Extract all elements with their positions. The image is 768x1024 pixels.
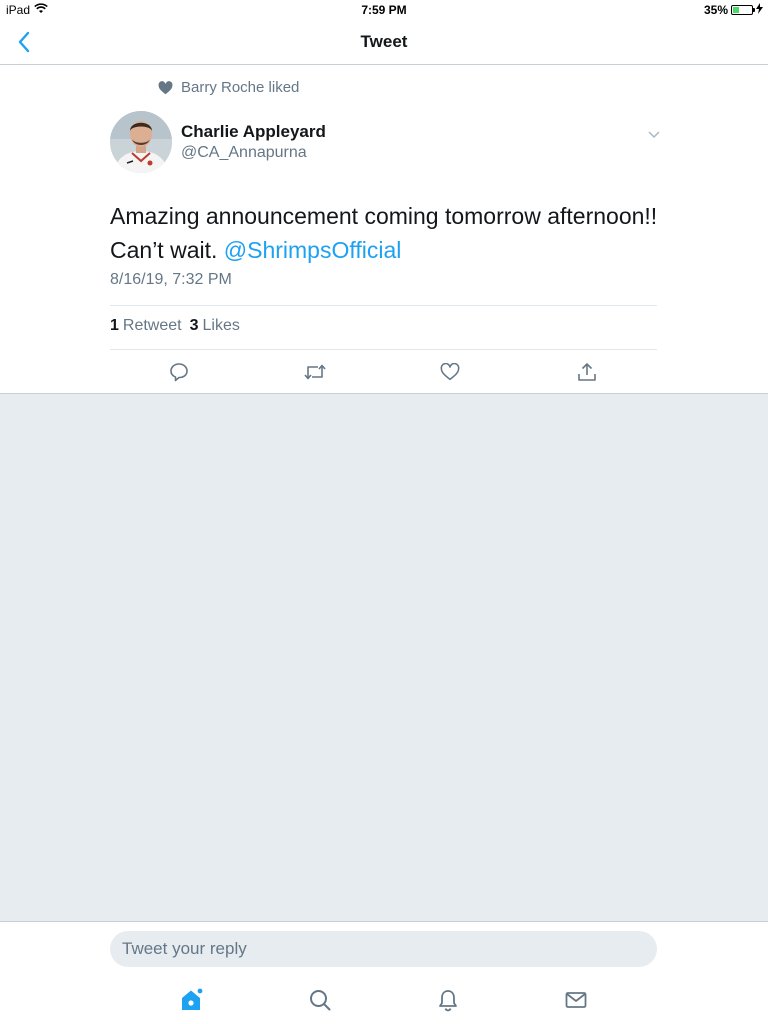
battery-fill [733, 7, 740, 13]
tab-messages[interactable] [562, 986, 590, 1014]
tweet-text: Amazing announcement coming tomorrow aft… [110, 199, 670, 267]
tweet-menu-button[interactable] [644, 127, 664, 143]
status-time: 7:59 PM [361, 3, 407, 17]
tweet-text-line2: Can’t wait. @ShrimpsOfficial [110, 233, 670, 267]
share-button[interactable] [575, 360, 599, 384]
author-handle[interactable]: @CA_Annapurna [181, 144, 307, 162]
heart-icon [440, 363, 460, 381]
battery-icon [731, 5, 755, 15]
heart-filled-icon [158, 80, 173, 94]
tweet-actions [0, 360, 768, 384]
retweet-icon [304, 364, 326, 380]
mention-link[interactable]: @ShrimpsOfficial [224, 237, 402, 263]
retweet-label: Retweet [122, 317, 182, 334]
divider [110, 305, 657, 306]
mail-icon [565, 992, 587, 1008]
tweet-detail: Barry Roche liked Charlie Appleyard @CA_… [0, 65, 768, 394]
author-name[interactable]: Charlie Appleyard [181, 122, 326, 142]
reply-bar [0, 921, 768, 1024]
share-icon [578, 363, 596, 381]
status-bar: iPad 7:59 PM 35% [0, 0, 768, 20]
tweet-text-prefix: Can’t wait. [110, 237, 224, 263]
search-icon [310, 990, 331, 1011]
status-right: 35% [704, 3, 763, 17]
reply-button[interactable] [167, 360, 191, 384]
retweet-button[interactable] [302, 360, 328, 384]
tweet-stats: 1 Retweet 3 Likes [110, 317, 240, 335]
retweet-stat[interactable]: 1 Retweet [110, 317, 182, 335]
page-title: Tweet [360, 32, 408, 51]
bell-icon [439, 990, 457, 1012]
like-button[interactable] [438, 360, 462, 384]
tweet-timestamp: 8/16/19, 7:32 PM [110, 271, 232, 288]
reply-input[interactable] [110, 931, 657, 967]
chevron-down-icon [648, 131, 660, 139]
social-context: Barry Roche liked [158, 79, 299, 96]
home-icon [182, 987, 204, 1010]
comment-icon [170, 363, 188, 382]
like-label: Likes [202, 317, 240, 334]
like-stat[interactable]: 3 Likes [190, 317, 240, 335]
social-context-text[interactable]: Barry Roche liked [181, 79, 299, 96]
nav-bar: Tweet [0, 20, 768, 65]
tab-home[interactable] [178, 986, 206, 1014]
divider [110, 349, 657, 350]
tab-notifications[interactable] [434, 986, 462, 1014]
battery-percent: 35% [703, 3, 728, 17]
tab-search[interactable] [306, 986, 334, 1014]
like-count: 3 [189, 317, 199, 334]
charging-icon [756, 3, 763, 17]
retweet-count: 1 [110, 317, 119, 334]
tweet-text-line1: Amazing announcement coming tomorrow aft… [110, 203, 658, 229]
avatar[interactable] [110, 111, 172, 173]
